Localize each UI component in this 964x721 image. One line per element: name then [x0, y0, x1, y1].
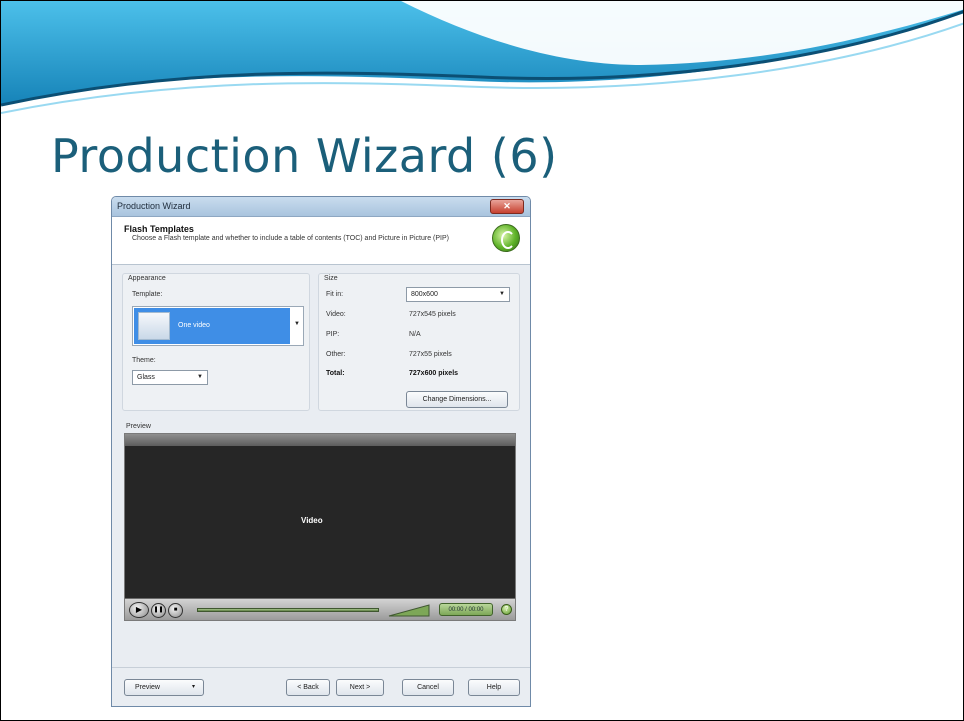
slide-header-decoration [1, 1, 963, 114]
slide-title: Production Wizard (6) [51, 129, 558, 183]
time-display: 00:00 / 00:00 [439, 603, 493, 616]
pip-label: PIP: [326, 331, 340, 338]
help-icon: ? [504, 606, 509, 613]
help-button[interactable]: Help [468, 679, 520, 696]
player-controls: ▶ ❚❚ ■ 00:00 / 00:00 ? [125, 598, 515, 620]
back-button[interactable]: < Back [286, 679, 330, 696]
total-value: 727x600 pixels [409, 370, 459, 377]
preview-player: Video ▶ ❚❚ ■ 00:00 / 00:00 ? [124, 433, 516, 621]
preview-video-label: Video [301, 516, 323, 525]
appearance-group-label: Appearance [128, 275, 166, 282]
pip-value: N/A [409, 331, 421, 338]
wizard-step-description: Choose a Flash template and whether to i… [132, 235, 449, 242]
cancel-button[interactable]: Cancel [402, 679, 454, 696]
chevron-down-icon[interactable]: ▼ [294, 321, 300, 327]
volume-slider[interactable] [387, 603, 431, 617]
video-value: 727x545 pixels [409, 311, 456, 318]
seek-bar[interactable] [197, 608, 379, 612]
video-label: Video: [326, 311, 346, 318]
play-icon: ▶ [135, 605, 143, 614]
window-titlebar: Production Wizard ✕ [112, 197, 530, 217]
other-label: Other: [326, 351, 346, 358]
fit-in-select-value: 800x600 [411, 291, 438, 298]
template-listbox[interactable]: One video ▼ [132, 306, 304, 346]
close-icon: ✕ [503, 201, 511, 211]
camtasia-logo-icon [492, 224, 520, 252]
preview-top-strip [125, 434, 515, 446]
window-title: Production Wizard [117, 201, 191, 211]
production-wizard-window: Production Wizard ✕ Flash Templates Choo… [111, 196, 531, 707]
template-thumbnail [138, 312, 170, 340]
chevron-down-icon: ▼ [197, 374, 203, 380]
chevron-down-icon: ▾ [191, 684, 195, 690]
template-item-one-video[interactable]: One video [134, 308, 290, 344]
footer-divider [112, 667, 530, 668]
fit-in-label: Fit in: [326, 291, 344, 298]
size-group-label: Size [324, 275, 338, 282]
template-label: Template: [132, 291, 163, 298]
player-help-button[interactable]: ? [501, 604, 512, 615]
theme-select[interactable]: Glass ▼ [132, 370, 208, 385]
chevron-down-icon: ▼ [499, 291, 505, 297]
close-button[interactable]: ✕ [490, 199, 524, 214]
pause-button[interactable]: ❚❚ [151, 603, 166, 618]
wizard-step-title: Flash Templates [124, 224, 194, 234]
theme-select-value: Glass [137, 374, 155, 381]
preview-label: Preview [126, 423, 151, 430]
change-dimensions-button[interactable]: Change Dimensions... [406, 391, 508, 408]
preview-button-label: Preview [135, 684, 160, 691]
fit-in-select[interactable]: 800x600 ▼ [406, 287, 510, 302]
next-button[interactable]: Next > [336, 679, 384, 696]
theme-label: Theme: [132, 357, 156, 364]
slide: Production Wizard (6) Production Wizard … [0, 0, 964, 721]
total-label: Total: [326, 370, 345, 377]
other-value: 727x55 pixels [409, 351, 452, 358]
stop-button[interactable]: ■ [168, 603, 183, 618]
preview-button[interactable]: Preview ▾ [124, 679, 204, 696]
template-item-label: One video [178, 322, 210, 329]
pause-icon: ❚❚ [153, 607, 164, 613]
wizard-header: Flash Templates Choose a Flash template … [112, 217, 530, 265]
stop-icon: ■ [173, 607, 178, 613]
play-button[interactable]: ▶ [129, 602, 149, 618]
